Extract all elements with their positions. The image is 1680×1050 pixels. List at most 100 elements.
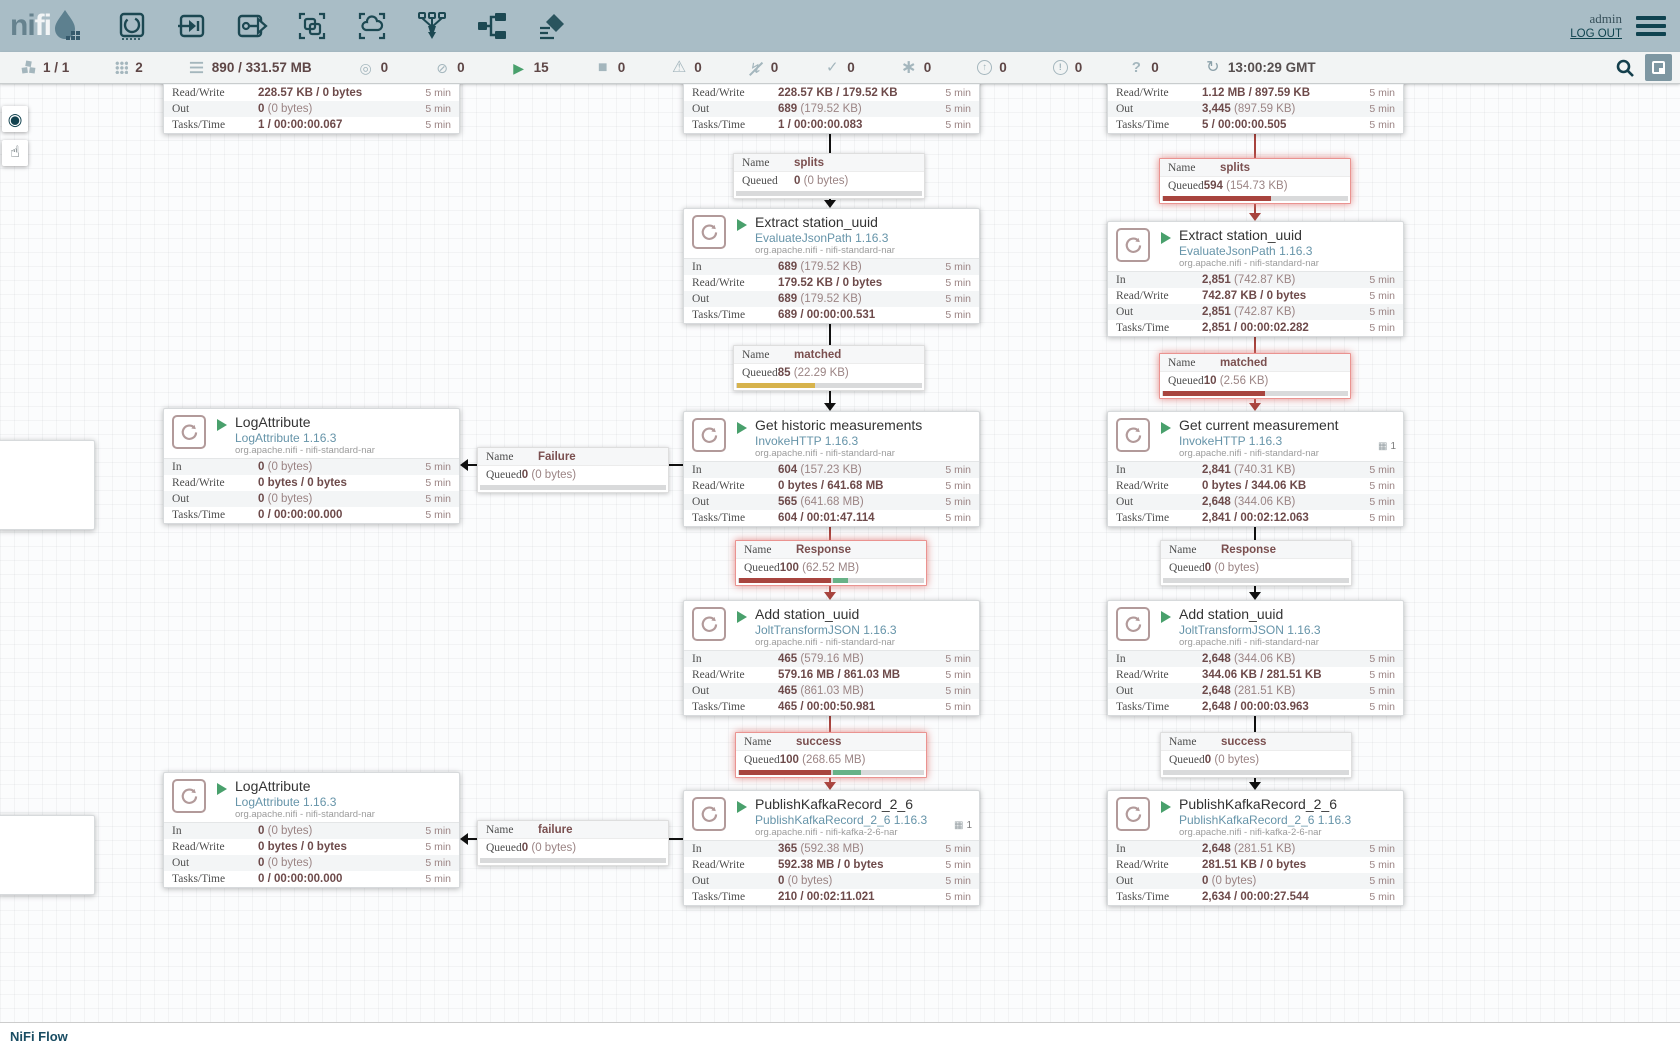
queue-pressure-bars — [738, 770, 924, 775]
running-status-icon — [217, 419, 227, 431]
breadcrumb-bar: NiFi Flow — [0, 1022, 1680, 1050]
processor-title: Get historic measurements — [755, 417, 971, 434]
processor-title: LogAttribute — [235, 778, 451, 795]
navigate-palette-button[interactable]: ◉ — [2, 106, 28, 132]
processor-type: InvokeHTTP 1.16.3 — [1179, 434, 1395, 448]
funnel-icon[interactable] — [415, 9, 449, 43]
connection-label[interactable]: Namesplits Queued0 (0 bytes) — [733, 153, 925, 199]
transmitting-icon: ◎ — [358, 61, 374, 75]
cluster-cubes-icon — [20, 60, 36, 75]
disabled-icon: ↯ — [748, 61, 764, 75]
not-transmitting-status: ⊘ 0 — [434, 60, 465, 75]
processor[interactable]: LogAttribute LogAttribute 1.16.3 org.apa… — [163, 408, 460, 524]
queue-pressure-bars — [1163, 578, 1349, 583]
connection-label[interactable]: Namesuccess Queued0 (0 bytes) — [1160, 732, 1352, 778]
logout-link[interactable]: LOG OUT — [1570, 27, 1622, 41]
global-menu-icon[interactable] — [1636, 12, 1666, 40]
current-user: admin — [1570, 11, 1622, 27]
processor-type: JoltTransformJSON 1.16.3 — [755, 623, 971, 637]
flow-canvas[interactable]: ◉ ☝ Read/Write228.57 KB / 0 bytes 5 min … — [0, 84, 1680, 1022]
stale-icon: ↑ — [977, 60, 992, 75]
processor-title: PublishKafkaRecord_2_6 — [1179, 796, 1395, 813]
processor-type: JoltTransformJSON 1.16.3 — [1179, 623, 1395, 637]
running-status: ▶ 15 — [511, 60, 549, 75]
locally-modified-stale-icon: ! — [1053, 60, 1068, 75]
processor-type: PublishKafkaRecord_2_6 1.16.3 — [1179, 813, 1395, 827]
operate-palette-button[interactable]: ☝ — [2, 140, 28, 166]
bulletin-panel-button[interactable] — [1645, 54, 1672, 81]
not-transmitting-icon: ⊘ — [434, 61, 450, 75]
running-status-icon — [1161, 611, 1171, 623]
connection-label[interactable]: Namematched Queued10 (2.56 KB) — [1159, 353, 1351, 399]
processor-partial[interactable] — [0, 440, 95, 530]
processor[interactable]: PublishKafkaRecord_2_6 PublishKafkaRecor… — [683, 790, 980, 906]
running-status-icon — [737, 801, 747, 813]
processor-type: EvaluateJsonPath 1.16.3 — [1179, 244, 1395, 258]
processor[interactable]: LogAttribute LogAttribute 1.16.3 org.apa… — [163, 772, 460, 888]
search-icon[interactable] — [1615, 58, 1635, 78]
sync-failure-icon: ? — [1128, 60, 1144, 75]
output-port-icon[interactable] — [235, 9, 269, 43]
processor-bundle: org.apache.nifi - nifi-standard-nar — [755, 637, 971, 648]
connection-label[interactable]: NameResponse Queued0 (0 bytes) — [1160, 540, 1352, 586]
processor-partial[interactable] — [0, 815, 95, 895]
processor-icon[interactable] — [115, 9, 149, 43]
locally-modified-icon: ∗ — [901, 58, 917, 77]
connection-label[interactable]: NameResponse Queued100 (62.52 MB) — [735, 540, 927, 586]
processor-bundle: org.apache.nifi - nifi-standard-nar — [755, 245, 971, 256]
running-status-icon — [217, 783, 227, 795]
refresh-icon[interactable]: ↻ — [1205, 60, 1221, 76]
threads-grid-icon — [115, 61, 128, 74]
connection-label[interactable]: Namematched Queued85 (22.29 KB) — [733, 345, 925, 391]
threads-grid-icon: ▦ — [1378, 441, 1387, 452]
processor[interactable]: Get historic measurements InvokeHTTP 1.1… — [683, 411, 980, 527]
template-icon[interactable] — [475, 9, 509, 43]
navigate-icon: ◉ — [8, 111, 23, 128]
connection-label[interactable]: NameFailure Queued0 (0 bytes) — [477, 447, 669, 493]
processor[interactable]: Add station_uuid JoltTransformJSON 1.16.… — [1107, 600, 1404, 716]
breadcrumb[interactable]: NiFi Flow — [10, 1029, 68, 1044]
bulletin-panel-icon — [1652, 61, 1665, 74]
processor-title: Add station_uuid — [755, 606, 971, 623]
connection-label[interactable]: Namefailure Queued0 (0 bytes) — [477, 820, 669, 866]
stopped-icon: ■ — [595, 60, 611, 76]
component-toolbar — [115, 9, 569, 43]
processor[interactable]: Get current measurement InvokeHTTP 1.16.… — [1107, 411, 1404, 527]
up-to-date-icon: ✓ — [824, 60, 840, 75]
queue-pressure-bars — [1163, 770, 1349, 775]
active-threads-status: 2 — [115, 60, 143, 75]
processor[interactable]: Extract station_uuid EvaluateJsonPath 1.… — [1107, 221, 1404, 337]
process-group-icon[interactable] — [295, 9, 329, 43]
remote-process-group-icon[interactable] — [355, 9, 389, 43]
processor-title: LogAttribute — [235, 414, 451, 431]
active-thread-count-badge: ▦1 — [954, 820, 972, 831]
label-icon[interactable] — [535, 9, 569, 43]
connection-label[interactable]: Namesuccess Queued100 (268.65 MB) — [735, 732, 927, 778]
running-status-icon — [737, 422, 747, 434]
processor[interactable]: PublishKafkaRecord_2_6 PublishKafkaRecor… — [1107, 790, 1404, 906]
connection-label[interactable]: Namesplits Queued594 (154.73 KB) — [1159, 158, 1351, 204]
processor-type: InvokeHTTP 1.16.3 — [755, 434, 971, 448]
processor[interactable]: Extract station_uuid EvaluateJsonPath 1.… — [683, 208, 980, 324]
connection-arrow — [824, 782, 836, 790]
processor[interactable]: Read/Write228.57 KB / 179.52 KB 5 min Ou… — [683, 84, 980, 134]
nifi-droplet-icon — [51, 9, 81, 43]
processor[interactable]: Add station_uuid JoltTransformJSON 1.16.… — [683, 600, 980, 716]
processor-type-icon — [1116, 607, 1150, 641]
processor-bundle: org.apache.nifi - nifi-standard-nar — [1179, 637, 1395, 648]
processor-bundle: org.apache.nifi - nifi-kafka-2-6-nar — [755, 827, 971, 838]
processor-type-icon — [1116, 228, 1150, 262]
app-header: nifi — [0, 0, 1680, 52]
processor[interactable]: Read/Write228.57 KB / 0 bytes 5 min Out0… — [163, 84, 460, 134]
connection-arrow — [1249, 592, 1261, 600]
processor-bundle: org.apache.nifi - nifi-standard-nar — [755, 448, 971, 459]
connection-arrow — [1249, 782, 1261, 790]
queue-pressure-bars — [738, 578, 924, 583]
last-refreshed: ↻ 13:00:29 GMT — [1205, 60, 1316, 76]
cluster-status: 1 / 1 — [20, 60, 69, 75]
processor[interactable]: Read/Write1.12 MB / 897.59 KB 5 min Out3… — [1107, 84, 1404, 134]
locally-modified-stale-status: ! 0 — [1053, 60, 1083, 75]
sync-failure-status: ? 0 — [1128, 60, 1159, 75]
input-port-icon[interactable] — [175, 9, 209, 43]
flow-status-bar: 1 / 1 2 890 / 331.57 MB ◎ 0 ⊘ 0 ▶ 15 ■ 0… — [0, 52, 1680, 84]
